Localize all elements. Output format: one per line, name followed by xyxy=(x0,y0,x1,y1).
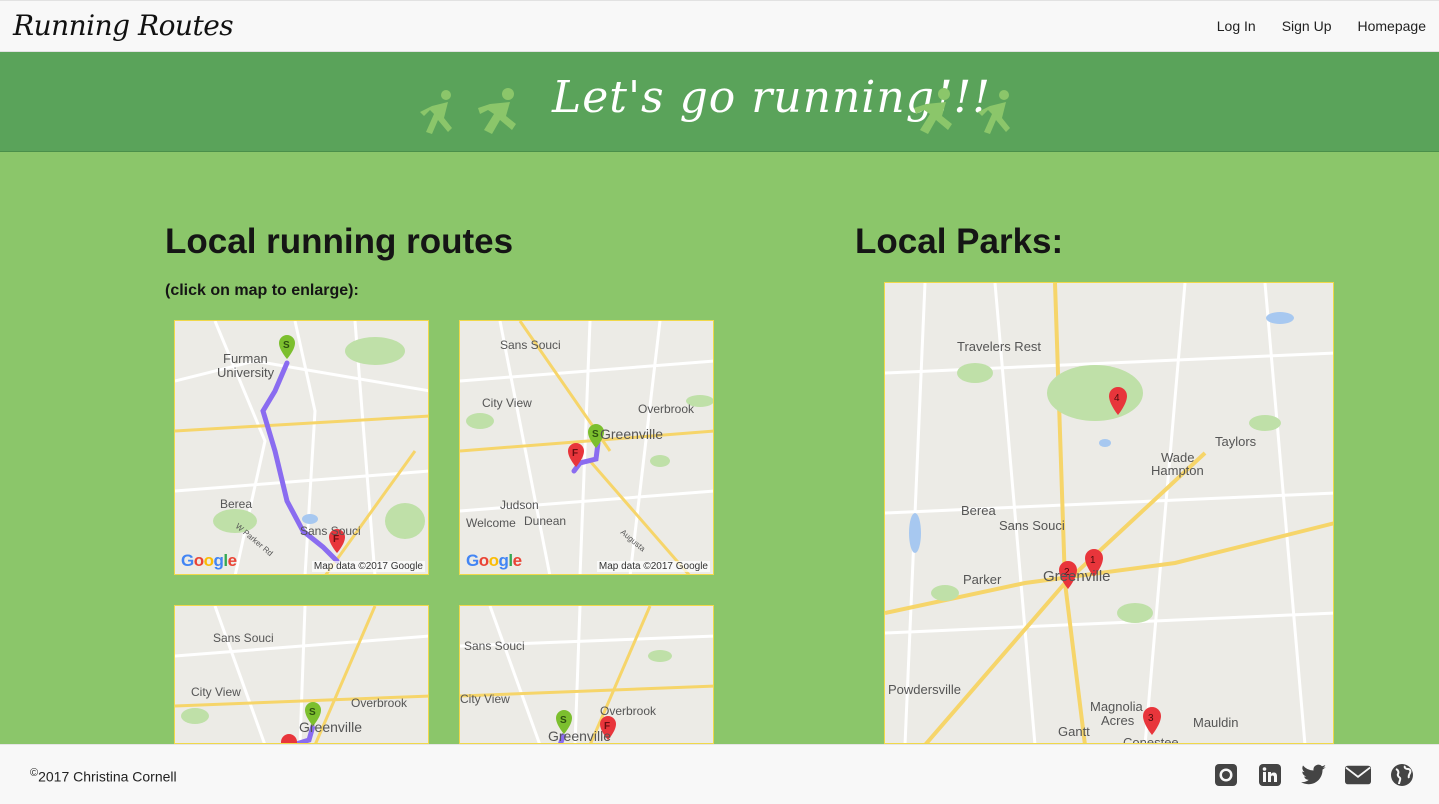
map-label: City View xyxy=(482,396,532,410)
route-map-1-canvas: S F Furman University Berea Sans Souci W… xyxy=(175,321,428,574)
map-label: Greenville xyxy=(1043,568,1111,585)
linkedin-icon[interactable] xyxy=(1257,762,1283,788)
map-label: Sans Souci xyxy=(213,631,274,645)
svg-text:S: S xyxy=(560,715,567,726)
svg-text:1: 1 xyxy=(1090,555,1096,566)
email-icon[interactable] xyxy=(1345,762,1371,788)
parks-heading: Local Parks: xyxy=(855,222,1064,261)
map-label: Overbrook xyxy=(351,696,408,710)
navbar: Running Routes Log In Sign Up Homepage xyxy=(0,0,1439,52)
map-label: City View xyxy=(191,685,241,699)
nav-links: Log In Sign Up Homepage xyxy=(1217,18,1426,34)
finish-marker xyxy=(281,734,297,743)
globe-icon[interactable] xyxy=(1389,762,1415,788)
runner-icon xyxy=(914,88,952,134)
map-attribution: Map data ©2017 Google xyxy=(311,561,425,572)
map-label: Acres xyxy=(1101,713,1135,728)
svg-text:S: S xyxy=(309,707,316,718)
map-label: Powdersville xyxy=(888,682,961,697)
map-label: Furman xyxy=(223,351,268,366)
route-map-1[interactable]: S F Furman University Berea Sans Souci W… xyxy=(174,320,429,575)
svg-text:F: F xyxy=(572,448,578,459)
start-marker: S xyxy=(279,335,295,359)
routes-hint: (click on map to enlarge): xyxy=(165,282,359,299)
parks-map[interactable]: 1 2 3 4 Travelers Rest Taylors Wade Hamp… xyxy=(884,282,1334,744)
map-label: Greenville xyxy=(600,426,663,442)
runner-icon xyxy=(420,90,452,134)
google-logo: Google xyxy=(181,551,237,570)
footer: ©2017 Christina Cornell xyxy=(0,744,1439,804)
map-label: Judson xyxy=(500,498,539,512)
google-logo: Google xyxy=(466,551,522,570)
hero-banner: Let's go running!!! xyxy=(0,52,1439,152)
homepage-link[interactable]: Homepage xyxy=(1358,18,1427,34)
twitter-icon[interactable] xyxy=(1301,762,1327,788)
map-label: Greenville xyxy=(299,719,362,735)
route-map-3-canvas: S Sans Souci City View Overbrook Greenvi… xyxy=(175,606,428,743)
runner-icon xyxy=(978,90,1010,134)
map-label: Parker xyxy=(963,572,1002,587)
map-label: Magnolia xyxy=(1090,699,1144,714)
copyright: ©2017 Christina Cornell xyxy=(30,767,177,785)
parks-map-canvas: 1 2 3 4 Travelers Rest Taylors Wade Hamp… xyxy=(885,283,1333,744)
github-icon[interactable] xyxy=(1213,762,1239,788)
svg-text:S: S xyxy=(283,340,290,351)
map-label: Sans Souci xyxy=(999,518,1065,533)
map-label: Gantt xyxy=(1058,724,1090,739)
map-label: Overbrook xyxy=(600,704,657,718)
brand-logo[interactable]: Running Routes xyxy=(13,9,234,42)
map-label: Sans Souci xyxy=(500,338,561,352)
svg-text:3: 3 xyxy=(1148,713,1154,724)
runner-icon xyxy=(478,88,516,134)
map-label: Sans Souci xyxy=(300,524,361,538)
map-label: Overbrook xyxy=(638,402,695,416)
map-label: Sans Souci xyxy=(464,639,525,653)
map-label: City View xyxy=(460,692,510,706)
map-label: Greenville xyxy=(548,728,611,744)
route-map-4[interactable]: S F Sans Souci City View Overbrook Green… xyxy=(459,605,714,744)
social-links xyxy=(1213,762,1415,788)
map-label: Welcome xyxy=(466,516,516,530)
route-map-2[interactable]: S F Sans Souci City View Overbrook Green… xyxy=(459,320,714,575)
map-label: Hampton xyxy=(1151,463,1204,478)
map-label: University xyxy=(217,365,275,380)
login-link[interactable]: Log In xyxy=(1217,18,1256,34)
signup-link[interactable]: Sign Up xyxy=(1282,18,1332,34)
route-map-2-canvas: S F Sans Souci City View Overbrook Green… xyxy=(460,321,713,574)
route-map-3[interactable]: S Sans Souci City View Overbrook Greenvi… xyxy=(174,605,429,744)
svg-text:S: S xyxy=(592,429,599,440)
map-label: Taylors xyxy=(1215,434,1257,449)
map-label: Conestee xyxy=(1123,735,1179,744)
svg-text:4: 4 xyxy=(1114,393,1120,404)
map-label: Dunean xyxy=(524,514,566,528)
routes-heading: Local running routes xyxy=(165,222,514,261)
map-label: Travelers Rest xyxy=(957,339,1041,354)
map-label: Berea xyxy=(220,497,252,511)
map-label: Berea xyxy=(961,503,996,518)
map-label: Mauldin xyxy=(1193,715,1239,730)
map-attribution: Map data ©2017 Google xyxy=(596,561,710,572)
route-map-4-canvas: S F Sans Souci City View Overbrook Green… xyxy=(460,606,713,744)
